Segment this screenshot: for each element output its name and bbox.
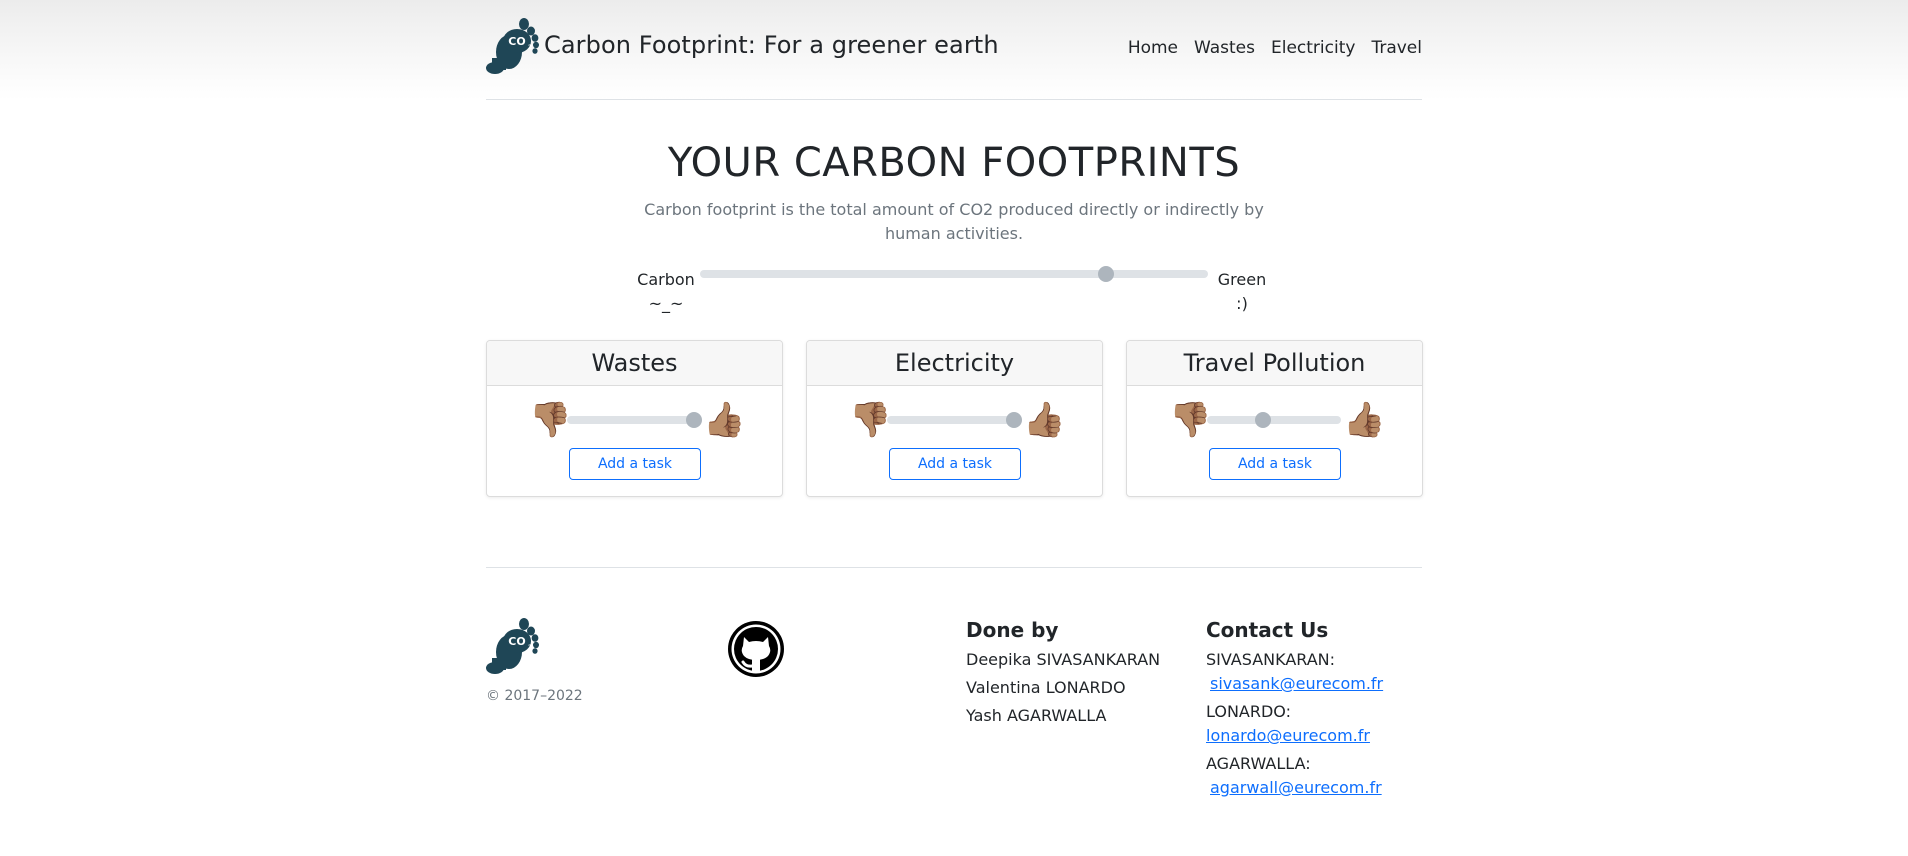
header-divider xyxy=(486,99,1422,100)
nav-link-travel[interactable]: Travel xyxy=(1371,38,1422,58)
svg-text:CO: CO xyxy=(508,35,525,48)
contact-email-link[interactable]: sivasank@eurecom.fr xyxy=(1210,672,1383,696)
thumbs-down-icon: 👎🏽 xyxy=(529,400,572,440)
electricity-add-task-button[interactable]: Add a task xyxy=(889,448,1021,480)
contact-name: LONARDO: xyxy=(1206,702,1291,721)
member-name: Valentina LONARDO xyxy=(966,678,1126,697)
svg-text:2: 2 xyxy=(528,44,532,51)
scale-carbon-text: Carbon xyxy=(637,270,695,289)
contact-email-link[interactable]: agarwall@eurecom.fr xyxy=(1210,776,1382,800)
overall-slider-track[interactable] xyxy=(700,266,1208,282)
contact-email-link[interactable]: lonardo@eurecom.fr xyxy=(1206,724,1370,748)
wastes-card: Wastes 👎🏽 👍🏽 Add a task xyxy=(486,340,783,497)
page-title: YOUR CARBON FOOTPRINTS xyxy=(667,140,1241,186)
thumbs-up-icon: 👍🏽 xyxy=(1023,400,1066,440)
contact-name: SIVASANKARAN: xyxy=(1206,650,1336,669)
overall-slider-thumb[interactable] xyxy=(1098,266,1115,282)
card-title: Electricity xyxy=(807,341,1102,386)
electricity-slider-track[interactable] xyxy=(887,412,1023,428)
svg-text:2: 2 xyxy=(528,644,532,651)
copyright-text: © 2017–2022 xyxy=(486,688,583,704)
thumbs-up-icon: 👍🏽 xyxy=(1343,400,1386,440)
contact-name: AGARWALLA: xyxy=(1206,754,1311,773)
travel-card: Travel Pollution 👎🏽 👍🏽 Add a task xyxy=(1126,340,1423,497)
electricity-card: Electricity 👎🏽 👍🏽 Add a task xyxy=(806,340,1103,497)
card-title: Wastes xyxy=(487,341,782,386)
member-name: Deepika SIVASANKARAN xyxy=(966,650,1161,669)
main-nav: Home Wastes Electricity Travel xyxy=(1112,38,1422,58)
github-icon[interactable] xyxy=(726,619,786,683)
done-by-title: Done by xyxy=(966,618,1059,642)
card-body: 👎🏽 👍🏽 Add a task xyxy=(1127,386,1422,496)
nav-link-wastes[interactable]: Wastes xyxy=(1194,38,1255,58)
site-header: CO 2 Carbon Footprint: For a greener ear… xyxy=(486,0,1422,100)
nav-link-home[interactable]: Home xyxy=(1128,38,1178,58)
travel-slider-track[interactable] xyxy=(1207,412,1341,428)
scale-green-face: :) xyxy=(1236,294,1248,313)
wastes-add-task-button[interactable]: Add a task xyxy=(569,448,701,480)
brand[interactable]: CO 2 Carbon Footprint: For a greener ear… xyxy=(486,16,999,74)
nav-link-electricity[interactable]: Electricity xyxy=(1271,38,1355,58)
footer-divider xyxy=(486,567,1422,568)
scale-carbon-face: ~_~ xyxy=(648,294,684,313)
card-body: 👎🏽 👍🏽 Add a task xyxy=(487,386,782,496)
scale-green-label: Green :) xyxy=(1212,268,1272,316)
page-lead: Carbon footprint is the total amount of … xyxy=(644,200,1264,243)
thumbs-up-icon: 👍🏽 xyxy=(703,400,746,440)
svg-text:CO: CO xyxy=(508,635,525,648)
travel-slider-thumb[interactable] xyxy=(1255,412,1272,428)
wastes-slider-track[interactable] xyxy=(567,412,703,428)
co2-footprint-icon[interactable]: CO 2 xyxy=(486,616,540,678)
member-name: Yash AGARWALLA xyxy=(966,706,1107,725)
travel-add-task-button[interactable]: Add a task xyxy=(1209,448,1341,480)
scale-carbon-label: Carbon ~_~ xyxy=(636,268,696,316)
wastes-slider-thumb[interactable] xyxy=(686,412,703,428)
contact-us-title: Contact Us xyxy=(1206,618,1329,642)
co2-footprint-icon: CO 2 xyxy=(486,16,540,74)
thumbs-down-icon: 👎🏽 xyxy=(1169,400,1212,440)
card-body: 👎🏽 👍🏽 Add a task xyxy=(807,386,1102,496)
overall-footprint-scale: Carbon ~_~ Green :) xyxy=(636,264,1272,324)
site-title[interactable]: Carbon Footprint: For a greener earth xyxy=(544,31,999,59)
card-title: Travel Pollution xyxy=(1127,341,1422,386)
scale-green-text: Green xyxy=(1217,270,1267,289)
electricity-slider-thumb[interactable] xyxy=(1006,412,1023,428)
thumbs-down-icon: 👎🏽 xyxy=(849,400,892,440)
